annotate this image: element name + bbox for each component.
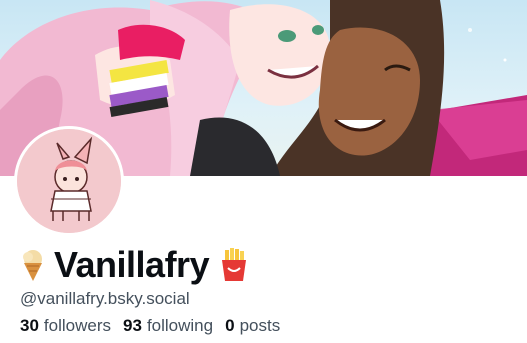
avatar-illustration [17, 129, 121, 233]
display-name-row: Vanillafry [20, 243, 249, 287]
posts-stat: 0 posts [225, 316, 280, 336]
followers-link[interactable]: 30 followers [20, 316, 111, 336]
posts-count: 0 [225, 316, 235, 335]
followers-count: 30 [20, 316, 39, 335]
following-count: 93 [123, 316, 142, 335]
posts-label: posts [239, 316, 281, 335]
following-label: following [146, 316, 214, 335]
ice-cream-icon [23, 250, 42, 281]
profile-handle: @vanillafry.bsky.social [20, 289, 190, 308]
followers-label: followers [43, 316, 112, 335]
display-name: Vanillafry [54, 244, 210, 285]
profile-avatar[interactable] [14, 126, 124, 236]
following-link[interactable]: 93 following [123, 316, 213, 336]
profile-stats: 30 followers 93 following 0 posts [20, 316, 280, 336]
fries-icon [222, 248, 247, 281]
